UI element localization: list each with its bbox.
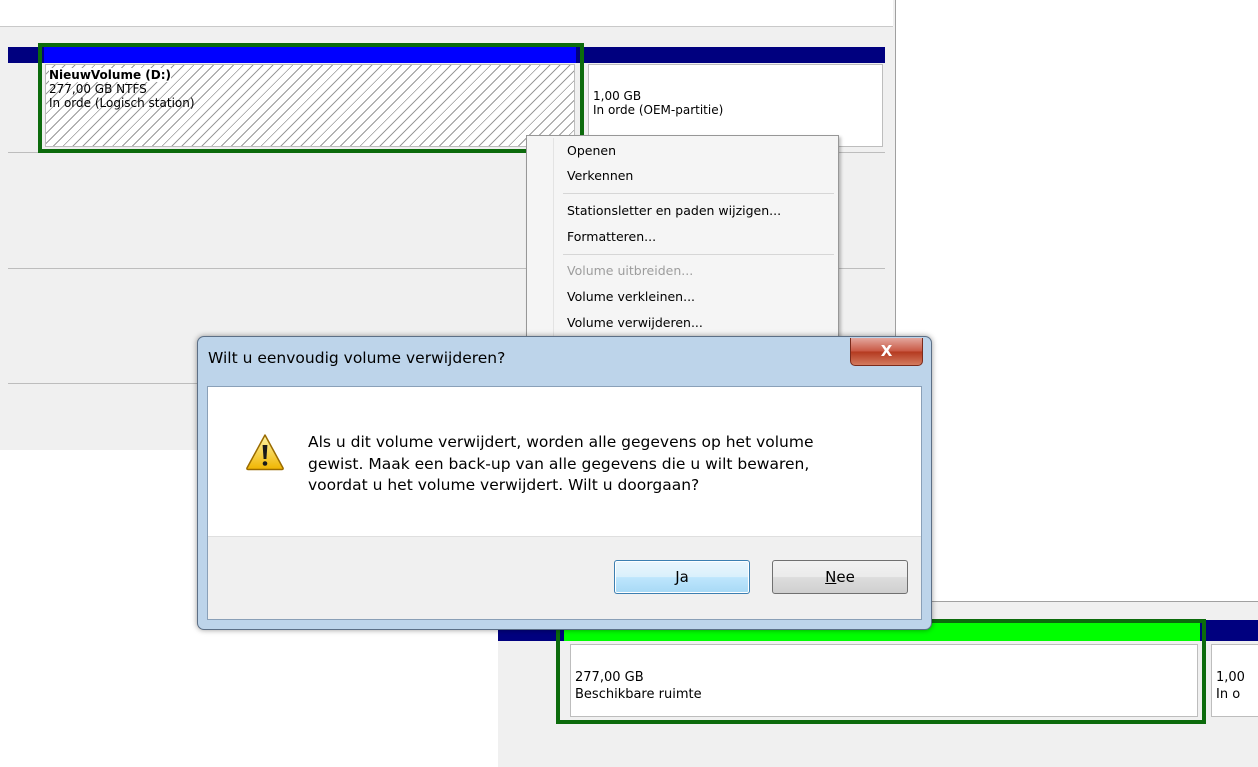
- menu-item-openen[interactable]: Openen: [567, 140, 616, 162]
- dialog-footer: Ja Nee: [208, 536, 921, 619]
- selection-frame: [556, 619, 1206, 724]
- oem-size: 1,00 GB: [593, 89, 642, 103]
- no-button-label-rest: ee: [836, 568, 855, 586]
- menu-separator: [563, 254, 834, 255]
- menu-item-format[interactable]: Formatteren...: [567, 226, 656, 248]
- menu-gutter: [553, 138, 554, 345]
- menu-item-change-drive-letter[interactable]: Stationsletter en paden wijzigen...: [567, 200, 781, 222]
- panel-header-band: [0, 0, 893, 27]
- menu-item-verkennen[interactable]: Verkennen: [567, 165, 633, 187]
- delete-volume-dialog: Wilt u eenvoudig volume verwijderen? X A…: [197, 336, 932, 630]
- dialog-message-line: voordat u het volume verwijdert. Wilt u …: [308, 476, 700, 494]
- partial-status: In o: [1216, 687, 1241, 702]
- dialog-title: Wilt u eenvoudig volume verwijderen?: [208, 349, 506, 367]
- warning-icon: [246, 434, 284, 471]
- menu-item-delete-volume[interactable]: Volume verwijderen...: [567, 312, 703, 334]
- context-menu: Openen Verkennen Stationsletter en paden…: [526, 135, 839, 348]
- dialog-message-line: gewist. Maak een back-up van alle gegeve…: [308, 454, 810, 473]
- menu-separator: [563, 193, 834, 194]
- dialog-message-line: Als u dit volume verwijdert, worden alle…: [308, 433, 814, 451]
- dialog-message: Als u dit volume verwijdert, worden alle…: [308, 432, 908, 497]
- partial-partition[interactable]: 1,00 In o: [1211, 644, 1258, 717]
- menu-item-extend-volume: Volume uitbreiden...: [567, 263, 694, 278]
- close-button[interactable]: X: [850, 338, 923, 366]
- menu-item-shrink-volume[interactable]: Volume verkleinen...: [567, 286, 695, 308]
- partial-size: 1,00: [1216, 670, 1245, 685]
- dialog-body: Als u dit volume verwijdert, worden alle…: [207, 386, 922, 620]
- selection-frame: [38, 43, 584, 153]
- no-button-mnemonic: N: [825, 568, 837, 586]
- oem-status: In orde (OEM-partitie): [593, 103, 724, 117]
- no-button[interactable]: Nee: [772, 560, 908, 594]
- yes-button[interactable]: Ja: [614, 560, 750, 594]
